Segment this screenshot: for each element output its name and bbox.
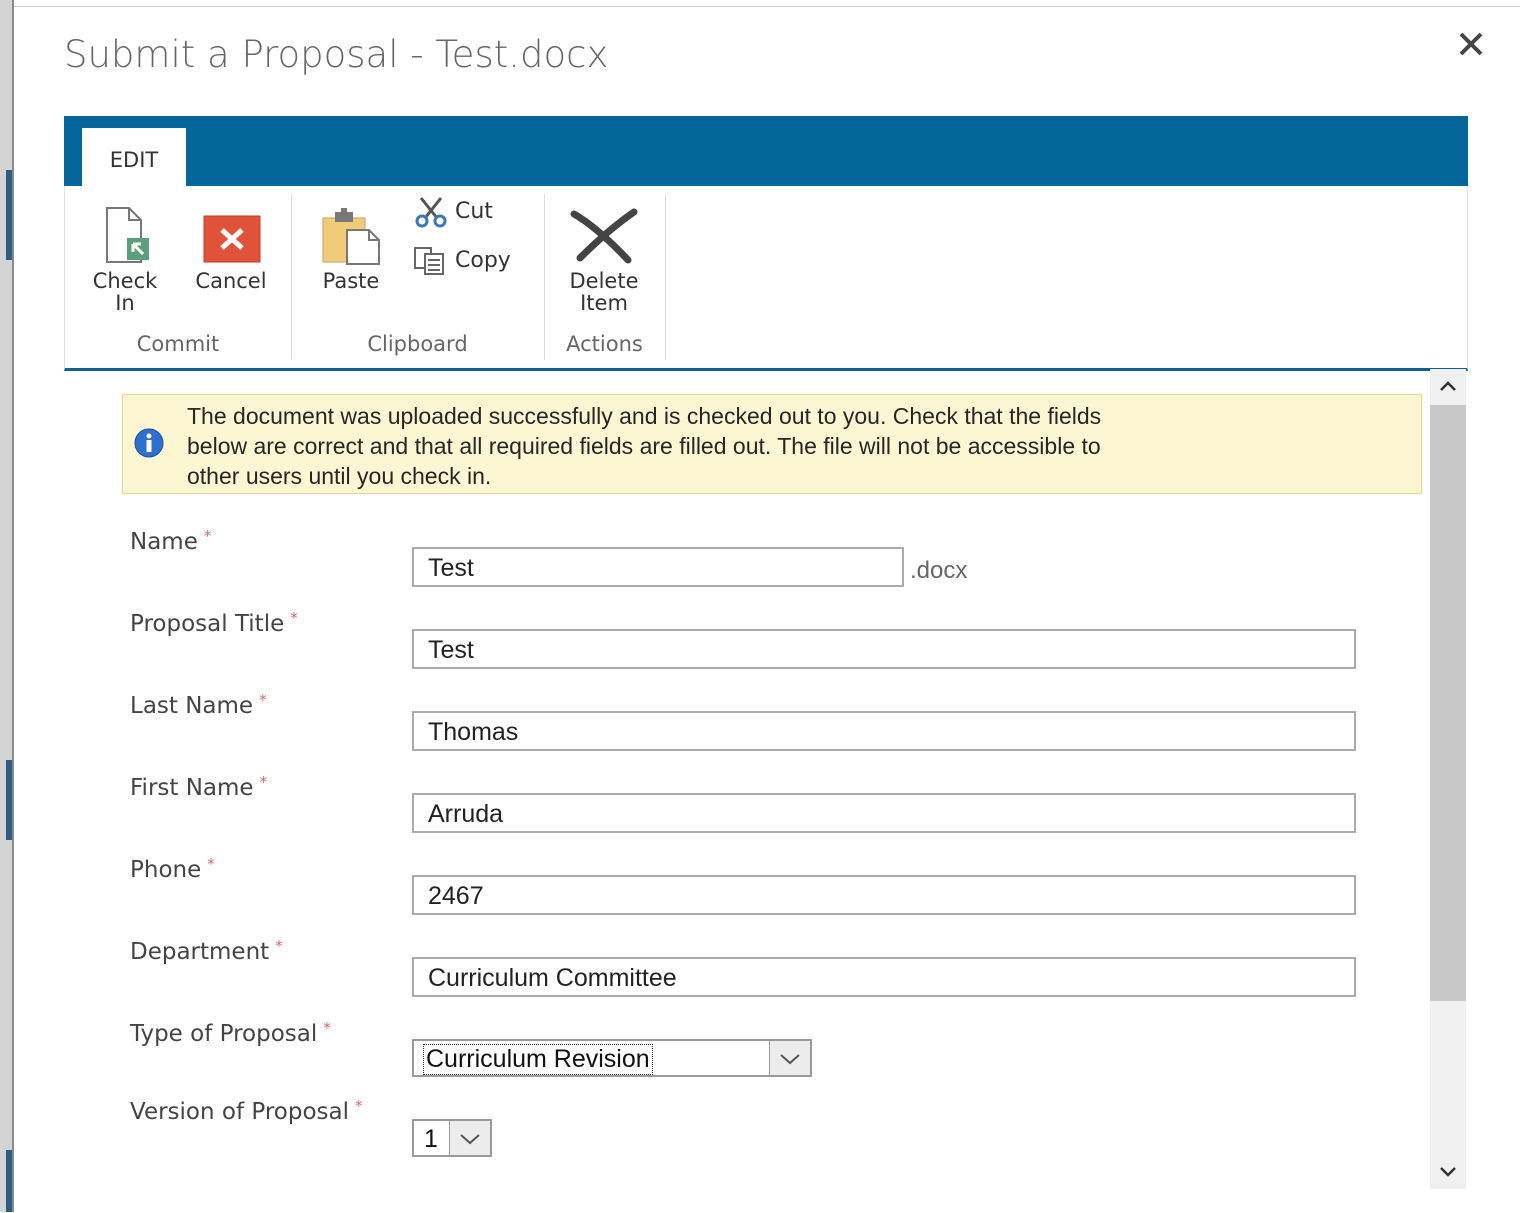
phone-label: Phone * <box>130 855 215 883</box>
close-button[interactable] <box>1454 27 1488 61</box>
info-line-3: other users until you check in. <box>187 463 492 489</box>
ribbon-tab-bar: EDIT <box>64 116 1468 186</box>
paste-icon <box>322 208 380 265</box>
check-in-button[interactable]: Check In <box>83 204 167 314</box>
type-of-proposal-value: Curriculum Revision <box>423 1044 653 1075</box>
check-in-label-1: Check <box>92 269 158 293</box>
proposal-title-label-text: Proposal Title <box>130 611 285 637</box>
info-line-1: The document was uploaded successfully a… <box>187 403 1102 429</box>
name-label: Name * <box>130 527 212 555</box>
type-of-proposal-select[interactable]: Curriculum Revision <box>412 1039 812 1077</box>
first-name-label-text: First Name <box>130 775 254 801</box>
required-marker: * <box>355 1097 363 1115</box>
scroll-up-icon[interactable] <box>1436 375 1460 399</box>
actions-group-label: Actions <box>566 332 643 356</box>
ribbon-group-commit: Check In Cancel Commit <box>65 194 292 360</box>
delete-icon <box>570 208 638 264</box>
cancel-icon <box>203 215 261 263</box>
background-mark <box>6 170 12 260</box>
last-name-input[interactable]: Thomas <box>412 711 1356 751</box>
first-name-input[interactable]: Arruda <box>412 793 1356 833</box>
chevron-down-icon <box>460 1134 480 1145</box>
info-message: The document was uploaded successfully a… <box>122 394 1422 494</box>
phone-label-text: Phone <box>130 857 202 883</box>
required-marker: * <box>323 1019 331 1037</box>
last-name-label: Last Name * <box>130 691 267 719</box>
chevron-down-icon <box>780 1054 800 1065</box>
info-icon <box>134 428 164 458</box>
select-arrow <box>449 1121 490 1155</box>
scroll-down-icon[interactable] <box>1436 1159 1460 1183</box>
delete-label-2: Item <box>580 291 628 315</box>
background-page-strip <box>0 0 14 1212</box>
scissors-icon <box>415 197 447 228</box>
background-mark <box>6 760 12 840</box>
tab-edit[interactable]: EDIT <box>82 128 186 186</box>
info-text: The document was uploaded successfully a… <box>187 401 1387 491</box>
required-marker: * <box>275 937 283 955</box>
name-suffix: .docx <box>910 557 968 584</box>
background-mark <box>6 1150 12 1212</box>
tab-edit-label: EDIT <box>109 148 159 172</box>
ribbon: Check In Cancel Commit Paste Cut Copy Cl… <box>64 186 1468 371</box>
name-input[interactable]: Test <box>412 547 904 587</box>
required-marker: * <box>203 527 212 545</box>
ribbon-group-actions: Delete Item Actions <box>544 194 666 360</box>
scroll-thumb[interactable] <box>1430 405 1466 1001</box>
paste-label: Paste <box>322 269 380 293</box>
select-arrow <box>769 1041 810 1075</box>
cut-button[interactable]: Cut <box>413 196 493 228</box>
clipboard-group-label: Clipboard <box>367 332 468 356</box>
submit-proposal-dialog: Submit a Proposal - Test.docx EDIT Check <box>14 6 1520 1213</box>
phone-input[interactable]: 2467 <box>412 875 1356 915</box>
commit-group-label: Commit <box>136 332 220 356</box>
copy-label: Copy <box>455 248 511 273</box>
paste-button[interactable]: Paste <box>311 204 391 292</box>
name-label-text: Name <box>130 529 198 555</box>
scrollbar[interactable] <box>1430 369 1466 1189</box>
proposal-title-label: Proposal Title * <box>130 609 298 637</box>
department-input[interactable]: Curriculum Committee <box>412 957 1356 997</box>
required-marker: * <box>259 773 268 791</box>
copy-icon <box>414 247 444 275</box>
close-icon <box>1459 32 1483 56</box>
ribbon-group-clipboard: Paste Cut Copy Clipboard <box>291 194 545 360</box>
type-of-proposal-label: Type of Proposal * <box>130 1019 331 1047</box>
required-marker: * <box>207 855 215 873</box>
version-of-proposal-label-text: Version of Proposal <box>130 1099 349 1125</box>
last-name-label-text: Last Name <box>130 693 254 719</box>
department-label: Department * <box>130 937 283 965</box>
copy-button[interactable]: Copy <box>413 246 511 276</box>
type-of-proposal-label-text: Type of Proposal <box>130 1021 318 1047</box>
delete-item-button[interactable]: Delete Item <box>558 204 650 314</box>
version-of-proposal-value: 1 <box>424 1125 438 1153</box>
cancel-button[interactable]: Cancel <box>185 204 277 292</box>
dialog-title: Submit a Proposal - Test.docx <box>64 33 609 76</box>
required-marker: * <box>290 609 298 627</box>
proposal-title-input[interactable]: Test <box>412 629 1356 669</box>
department-label-text: Department <box>130 939 270 965</box>
version-of-proposal-label: Version of Proposal * <box>130 1097 363 1125</box>
check-in-icon <box>106 207 149 263</box>
first-name-label: First Name * <box>130 773 268 801</box>
version-of-proposal-select[interactable]: 1 <box>412 1119 492 1157</box>
cancel-label: Cancel <box>195 269 267 293</box>
check-in-label-2: In <box>115 291 135 315</box>
cut-label: Cut <box>455 199 493 224</box>
delete-label-1: Delete <box>569 269 639 293</box>
required-marker: * <box>259 691 267 709</box>
info-line-2: below are correct and that all required … <box>187 433 1101 459</box>
